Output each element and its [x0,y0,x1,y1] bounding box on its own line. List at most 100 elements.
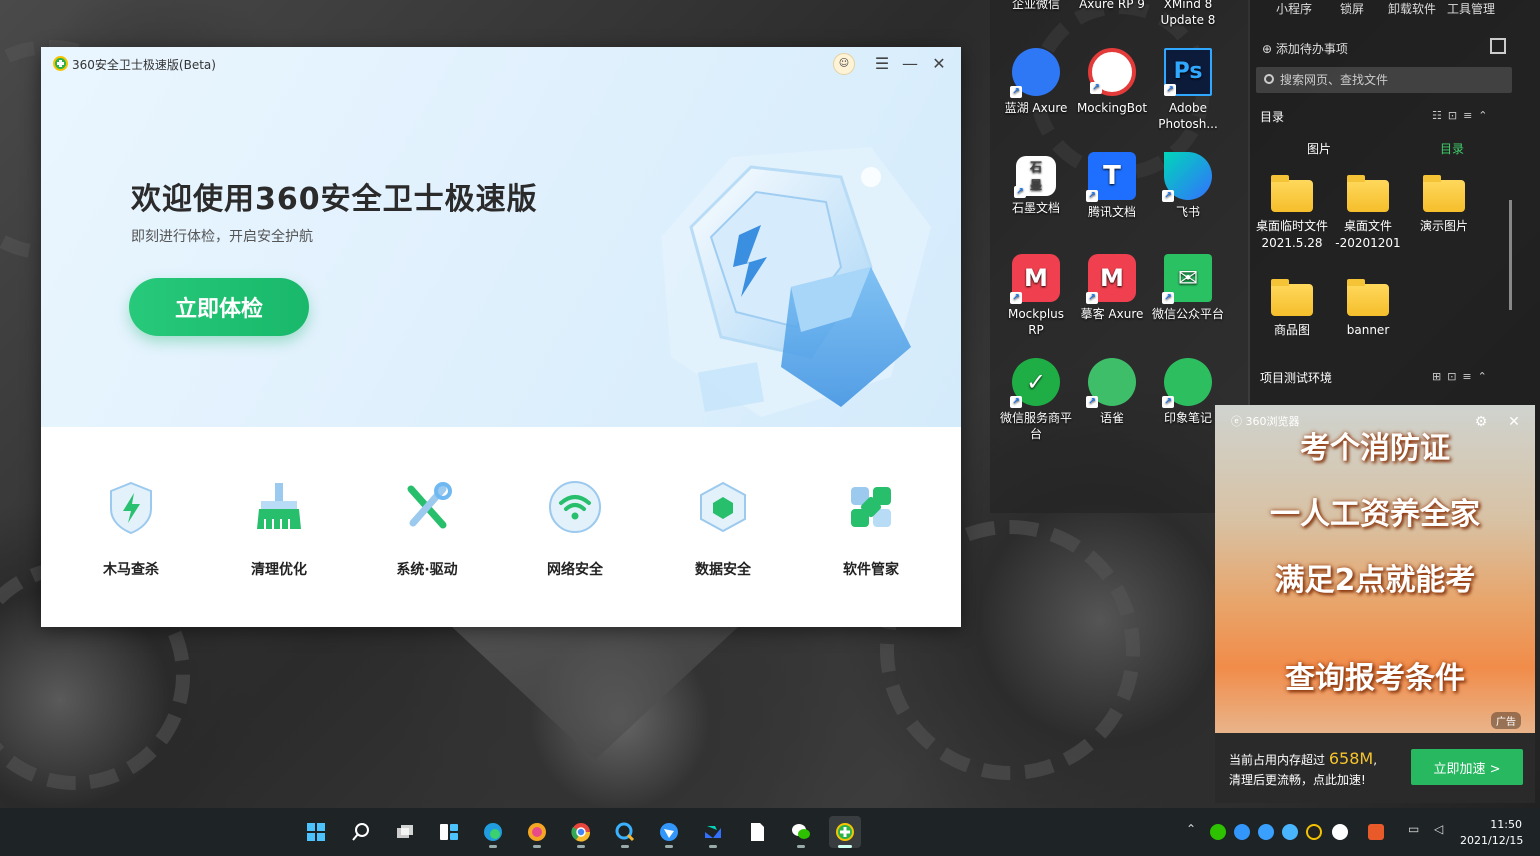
desktop-icon-evernote[interactable]: ↗ 印象笔记 [1151,358,1225,426]
taskbar-feishu[interactable] [697,816,729,848]
tool-label: 系统·驱动 [396,562,458,578]
tab-mini-program[interactable]: 小程序 [1276,0,1312,17]
desktop-icon-label: 企业微信 [1011,0,1060,11]
section-controls[interactable]: ⊞⊡≡⌃ [1432,370,1493,383]
window-title: 360安全卫士极速版(Beta) [72,58,216,72]
tool-cleanup[interactable]: 清理优化 [224,479,334,579]
desktop-icon-photoshop[interactable]: Ps ↗ Adobe Photosh... [1151,48,1225,132]
desktop-icon-tencent-docs[interactable]: T ↗ 腾讯文档 [1075,152,1149,220]
tab-tool-manager[interactable]: 工具管理 [1447,0,1495,17]
tool-grid: 木马查杀 清理优化 系统·驱动 网络安全 数据安全 软件管家 [41,427,961,627]
tool-system-driver[interactable]: 系统·驱动 [372,479,482,579]
tool-software-manager[interactable]: 软件管家 [816,479,926,579]
desktop-icon-mockplus[interactable]: M ↗ Mockplus RP [999,254,1073,338]
taskbar-360-security[interactable] [829,816,861,848]
scan-now-button[interactable]: 立即体检 [129,278,309,336]
task-view-button[interactable] [389,816,421,848]
desktop-icon-label: XMind 8 Update 8 [1160,0,1216,27]
tray-sogou-icon[interactable] [1368,824,1384,840]
ad-line: 一人工资养全家 [1270,497,1480,532]
tab-uninstall[interactable]: 卸载软件 [1388,0,1436,17]
search-placeholder: 搜索网页、查找文件 [1280,73,1389,87]
tray-qq-icon[interactable] [1306,824,1322,840]
tray-app-icon[interactable] [1258,824,1274,840]
desktop-icon-moke-axure[interactable]: M ↗ 摹客 Axure [1075,254,1149,322]
desktop-icon-feishu[interactable]: ↗ 飞书 [1151,152,1225,220]
folder-label: 桌面临时文件 2021.5.28 [1255,219,1328,250]
qr-code-icon[interactable] [1490,38,1506,54]
tool-label: 数据安全 [695,562,751,578]
yuque-icon: ↗ [1086,358,1136,408]
wrench-screwdriver-icon [407,482,452,529]
memory-hint: 清理后更流畅，点此加速! [1229,773,1366,787]
mockplus-icon: M ↗ [1010,254,1060,304]
tray-close-app-icon[interactable] [1332,824,1348,840]
title-bar[interactable]: 360安全卫士极速版(Beta) ☺ ☰ — ✕ [41,47,961,81]
memory-message: 当前占用内存超过 658M, [1229,749,1377,768]
section-controls[interactable]: ☷⊡≡⌃ [1432,109,1494,122]
desktop-icon-lanhu[interactable]: ↗ 蓝湖 Axure [999,48,1073,116]
desktop-icon-yuque[interactable]: ↗ 语雀 [1075,358,1149,426]
desktop-icon-xmind[interactable]: XMind 8 Update 8 [1151,0,1225,28]
user-avatar-icon[interactable]: ☺ [833,53,855,75]
feishu-icon [705,826,721,838]
close-icon[interactable]: ✕ [927,52,951,76]
taskbar-edge[interactable] [477,816,509,848]
photoshop-icon: Ps ↗ [1164,48,1212,96]
memory-notice: 当前占用内存超过 658M, 清理后更流畅，点此加速! 立即加速 > [1215,733,1535,803]
desktop-icon-wecom[interactable]: 企业微信 [999,0,1073,12]
folder-icon [1423,175,1465,212]
taskbar-chrome[interactable] [565,816,597,848]
speed-up-button[interactable]: 立即加速 > [1411,749,1523,785]
desktop-icon-wechat-pay[interactable]: ✓ ↗ 微信服务商平台 [999,358,1073,442]
desktop-icon-label: 印象笔记 [1163,411,1212,425]
desktop-icon-shimo[interactable]: 石墨 ↗ 石墨文档 [999,156,1073,216]
folder-item[interactable]: 商品图 [1254,279,1330,339]
taskbar-dingtalk[interactable] [653,816,685,848]
taskbar-wechat[interactable] [785,816,817,848]
wechat-icon [792,824,810,839]
folder-item[interactable]: 桌面临时文件 2021.5.28 [1254,175,1330,252]
section-title-test-env: 项目测试环境 [1260,371,1333,385]
tool-trojan-scan[interactable]: 木马查杀 [76,479,186,579]
taskbar-search[interactable] [345,816,377,848]
ad-popup: ⓔ 360浏览器 ⚙ ✕ 考个消防证 一人工资养全家 满足2点就能考 查询报考条… [1215,405,1535,803]
desktop-icon-mockingbot[interactable]: ↗ MockingBot [1075,48,1149,116]
organizer-scrollbar[interactable] [1509,200,1512,310]
menu-icon[interactable]: ☰ [870,52,894,76]
taskbar-app[interactable] [609,816,641,848]
start-button[interactable] [300,816,332,848]
folder-label: 桌面文件 -20201201 [1335,219,1401,250]
subtab-pictures[interactable]: 图片 [1307,140,1331,157]
taskbar-notepad[interactable] [741,816,773,848]
tray-overflow-icon[interactable]: ⌃ [1186,822,1196,836]
organizer-search-input[interactable]: 搜索网页、查找文件 [1256,67,1512,93]
tab-lock-screen[interactable]: 锁屏 [1340,0,1364,17]
taskbar-clock[interactable]: 11:50 2021/12/15 [1460,817,1523,849]
desktop-icon-axure[interactable]: Axure RP 9 [1075,0,1149,12]
minimize-icon[interactable]: — [898,52,922,76]
tool-network-security[interactable]: 网络安全 [520,479,630,579]
folder-item[interactable]: 演示图片 [1406,175,1482,235]
taskbar-360-browser[interactable] [521,816,553,848]
add-todo-button[interactable]: ⊕ 添加待办事项 [1262,40,1348,57]
widgets-icon [440,824,458,840]
tray-volume-icon[interactable]: ◁ [1434,822,1443,836]
widgets-button[interactable] [433,816,465,848]
folder-item[interactable]: 桌面文件 -20201201 [1330,175,1406,252]
ad-image[interactable]: ⓔ 360浏览器 ⚙ ✕ 考个消防证 一人工资养全家 满足2点就能考 查询报考条… [1215,405,1535,733]
tray-display-icon[interactable]: ▭ [1408,822,1419,836]
tray-dingtalk-icon[interactable] [1234,824,1250,840]
tool-data-security[interactable]: 数据安全 [668,479,778,579]
folder-item[interactable]: banner [1330,279,1406,339]
subtab-directory[interactable]: 目录 [1440,140,1464,157]
wechat-pay-icon: ✓ ↗ [1010,358,1060,408]
shimo-icon: 石墨 ↗ [1014,156,1056,198]
tray-network-app-icon[interactable] [1282,824,1298,840]
desktop-icon-wechat-mp[interactable]: ✉ ↗ 微信公众平台 [1151,254,1225,322]
desktop-icon-label: 腾讯文档 [1087,205,1136,219]
mockingbot-icon: ↗ [1088,48,1136,96]
desktop-icon-label: 石墨文档 [1011,201,1060,215]
running-indicator [577,845,585,848]
tray-wechat-icon[interactable] [1210,824,1226,840]
